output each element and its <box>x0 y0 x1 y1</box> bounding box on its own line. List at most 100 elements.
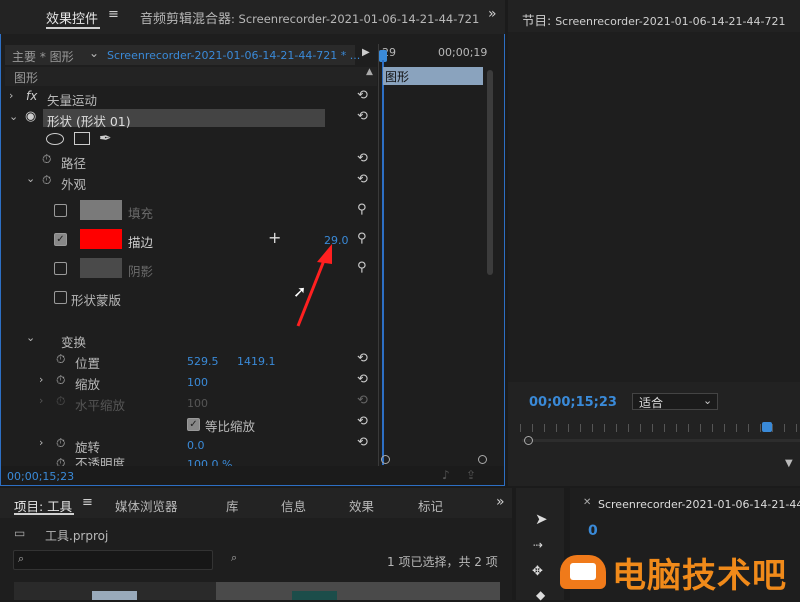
expand-chevron-icon[interactable]: › <box>39 373 43 386</box>
program-scrub-bar[interactable] <box>522 439 800 442</box>
reset-icon[interactable]: ⟲ <box>357 172 368 187</box>
eye-icon[interactable]: ◉ <box>25 109 36 124</box>
stroke-swatch[interactable] <box>80 229 122 249</box>
watermark-monitor-icon <box>570 563 596 580</box>
play-icon[interactable]: ▶ <box>362 47 370 58</box>
project-tab-underline <box>14 513 74 515</box>
chevron-down-icon[interactable]: ⌄ <box>89 46 99 60</box>
close-icon[interactable]: ✕ <box>583 497 591 508</box>
program-title: 节目: Screenrecorder-2021-01-06-14-21-44-7… <box>522 13 786 28</box>
zoom-handle-right[interactable] <box>478 455 487 464</box>
stroke-checkbox[interactable]: ✓ <box>54 233 67 246</box>
reset-icon[interactable]: ⟲ <box>357 109 368 124</box>
program-ruler[interactable] <box>520 424 800 432</box>
panel-footer <box>1 466 504 485</box>
eyedropper-icon[interactable]: ⚲ <box>357 202 367 217</box>
collapse-chevron-icon[interactable]: ⌄ <box>26 172 35 185</box>
reset-icon[interactable]: ⟲ <box>357 88 368 103</box>
program-viewer[interactable] <box>508 32 800 382</box>
effect-timecode[interactable]: 00;00;15;23 <box>7 470 74 483</box>
stopwatch-icon: ⏱ <box>56 394 66 408</box>
stopwatch-icon[interactable]: ⏱ <box>42 152 51 167</box>
shadow-checkbox[interactable] <box>54 262 67 275</box>
timeline-timecode[interactable]: 0 <box>588 523 598 539</box>
program-playhead[interactable] <box>762 422 772 432</box>
expand-chevron-icon[interactable]: › <box>9 89 13 102</box>
ripple-edit-tool-icon[interactable]: ✥ <box>532 564 543 579</box>
uniform-scale-label: 等比缩放 <box>205 419 256 434</box>
tab-effects[interactable]: 效果 <box>349 496 374 515</box>
transform-label: 变换 <box>61 335 87 350</box>
master-clip-label: 主要 * 图形 <box>12 50 74 64</box>
audio-icon[interactable]: ♪ <box>442 468 450 482</box>
new-bin-icon[interactable]: ⌕ <box>231 551 237 565</box>
overflow-chevron-icon[interactable]: » <box>496 494 505 510</box>
stopwatch-icon[interactable]: ⏱ <box>42 173 51 188</box>
fill-checkbox[interactable] <box>54 204 67 217</box>
stopwatch-icon[interactable]: ⏱ <box>56 373 65 388</box>
expand-chevron-icon[interactable]: › <box>39 394 43 407</box>
tab-info[interactable]: 信息 <box>281 496 306 515</box>
scale-label: 缩放 <box>75 377 101 392</box>
export-icon[interactable]: ⇪ <box>466 468 476 482</box>
selection-tool-icon[interactable]: ➤ <box>535 510 548 528</box>
reset-icon[interactable]: ⟲ <box>357 372 368 387</box>
opacity-label: 不透明度 <box>75 457 126 466</box>
reset-icon[interactable]: ⟲ <box>357 351 368 366</box>
program-scrub-handle[interactable] <box>524 436 533 445</box>
shape-mask-checkbox[interactable] <box>54 291 67 304</box>
position-y-value[interactable]: 1419.1 <box>237 355 276 368</box>
reset-icon[interactable]: ⟲ <box>357 393 368 408</box>
thumbnail-item[interactable] <box>216 582 500 600</box>
uniform-scale-checkbox[interactable]: ✓ <box>187 418 200 431</box>
fill-swatch[interactable] <box>80 200 122 220</box>
overflow-chevron-icon[interactable]: » <box>488 6 497 22</box>
search-input[interactable] <box>13 550 213 570</box>
scale-value[interactable]: 100 <box>187 376 208 389</box>
panel-menu-icon[interactable]: ≡ <box>82 495 93 510</box>
tab-library[interactable]: 库 <box>226 496 239 515</box>
pen-tool-icon[interactable]: ✒ <box>99 129 112 147</box>
collapse-chevron-icon[interactable]: ⌄ <box>9 110 18 123</box>
fill-label: 填充 <box>128 206 154 221</box>
stopwatch-icon[interactable]: ⏱ <box>56 352 65 367</box>
timeline-clip-label: 图形 <box>385 70 410 84</box>
reset-icon[interactable]: ⟲ <box>357 151 368 166</box>
position-x-value[interactable]: 529.5 <box>187 355 219 368</box>
zoom-handle-left[interactable] <box>381 455 390 464</box>
eyedropper-icon[interactable]: ⚲ <box>357 260 367 275</box>
shape-mask-label: 形状蒙版 <box>71 293 122 308</box>
section-title: 图形 <box>14 71 39 85</box>
clip-dropdown[interactable]: Screenrecorder-2021-01-06-14-21-44-721 *… <box>107 49 360 62</box>
stopwatch-icon[interactable]: ⏱ <box>56 436 65 451</box>
tab-markers[interactable]: 标记 <box>418 496 443 515</box>
chevron-down-icon: ⌄ <box>703 394 713 407</box>
reset-icon[interactable]: ⟲ <box>357 414 368 429</box>
thumbnail-image <box>292 591 337 600</box>
stopwatch-icon[interactable]: ⏱ <box>56 456 65 466</box>
program-timecode[interactable]: 00;00;15;23 <box>529 395 617 410</box>
ellipse-tool-icon[interactable] <box>46 133 64 145</box>
track-select-tool-icon[interactable]: ⇢ <box>533 538 543 552</box>
eyedropper-icon[interactable]: ⚲ <box>357 231 367 246</box>
expand-chevron-icon[interactable]: › <box>39 436 43 449</box>
tab-media-browser[interactable]: 媒体浏览器 <box>115 496 178 515</box>
scroll-up-icon[interactable]: ▲ <box>366 67 373 77</box>
rectangle-tool-icon[interactable] <box>74 132 90 145</box>
opacity-value[interactable]: 100.0 % <box>187 459 232 466</box>
tab-effect-controls[interactable]: 效果控件 <box>46 8 98 27</box>
timeline-title[interactable]: Screenrecorder-2021-01-06-14-21-44-721 <box>598 498 800 511</box>
add-stroke-icon[interactable]: + <box>268 228 281 247</box>
collapse-chevron-icon[interactable]: ⌄ <box>26 331 35 344</box>
scrollbar-thumb[interactable] <box>487 70 493 275</box>
panel-menu-icon[interactable]: ≡ <box>108 7 119 22</box>
section-header-bar <box>5 67 377 86</box>
rotation-value[interactable]: 0.0 <box>187 439 205 452</box>
expand-icon[interactable]: ▼ <box>785 458 793 469</box>
shadow-swatch[interactable] <box>80 258 122 278</box>
stroke-label: 描边 <box>128 235 154 250</box>
tab-audio-mixer[interactable]: 音频剪辑混合器: Screenrecorder-2021-01-06-14-21… <box>140 8 479 27</box>
reset-icon[interactable]: ⟲ <box>357 435 368 450</box>
shape-layer-label: 形状 (形状 01) <box>47 114 131 129</box>
folder-icon: ▭ <box>14 526 26 540</box>
